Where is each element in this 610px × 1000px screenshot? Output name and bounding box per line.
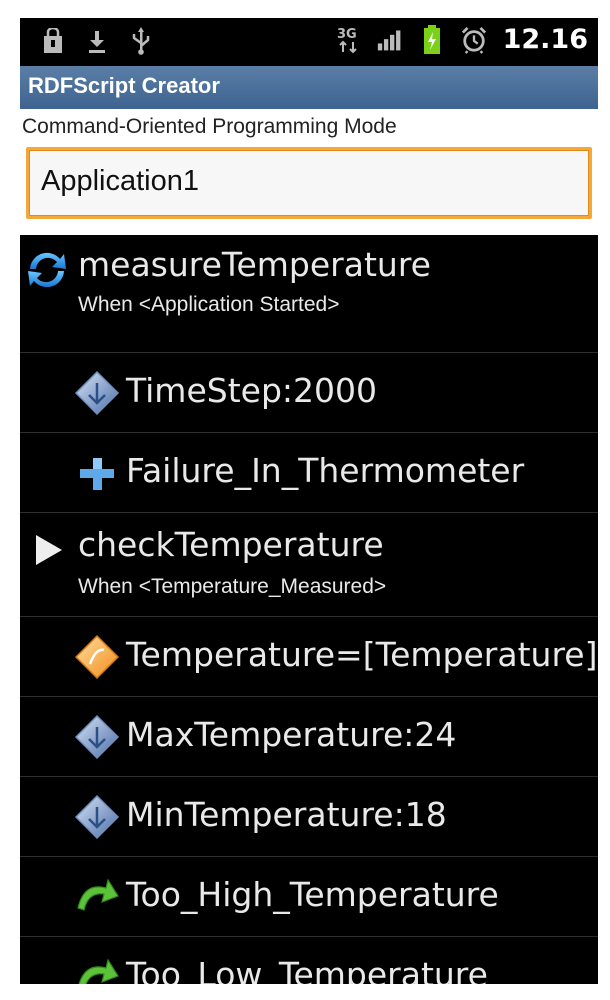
list-item-measure-temperature[interactable]: measureTemperature When <Application Sta… <box>20 235 598 353</box>
signal-icon <box>377 25 403 55</box>
diamond-blue-icon <box>74 714 120 760</box>
list-item-too-low-temperature[interactable]: Too_Low_Temperature <box>20 937 598 984</box>
application-name-input[interactable]: Application1 <box>26 147 592 219</box>
download-icon <box>84 26 110 56</box>
application-name-value: Application1 <box>41 165 199 197</box>
green-arrow-icon <box>74 874 120 920</box>
green-arrow-icon <box>74 954 120 984</box>
battery-charging-icon <box>419 24 445 55</box>
status-time: 12.16 <box>502 24 588 55</box>
list-item-label: checkTemperature <box>78 525 384 564</box>
list-item-label: Too_Low_Temperature <box>126 955 488 984</box>
list-item-label: Too_High_Temperature <box>126 875 499 914</box>
svg-text:3G: 3G <box>337 27 357 42</box>
list-item-label: MinTemperature:18 <box>126 795 447 834</box>
list-item-timestep[interactable]: TimeStep:2000 <box>20 353 598 433</box>
alarm-icon <box>461 25 487 55</box>
list-item-label: Failure_In_Thermometer <box>126 451 525 490</box>
list-item-temperature-assignment[interactable]: Temperature=[Temperature] <box>20 617 598 697</box>
list-item-check-temperature[interactable]: checkTemperature When <Temperature_Measu… <box>20 513 598 617</box>
app-title-bar: RDFScript Creator <box>20 66 598 109</box>
3g-data-icon: 3G <box>335 25 361 55</box>
plus-icon <box>74 450 120 496</box>
diamond-blue-icon <box>74 794 120 840</box>
command-list: measureTemperature When <Application Sta… <box>20 235 598 984</box>
usb-icon <box>128 26 154 56</box>
list-item-failure-in-thermometer[interactable]: Failure_In_Thermometer <box>20 433 598 513</box>
diamond-blue-icon <box>74 370 120 416</box>
diamond-orange-icon <box>74 634 120 680</box>
mode-section: Command-Oriented Programming Mode Applic… <box>20 109 598 235</box>
refresh-icon <box>24 247 70 293</box>
app-title: RDFScript Creator <box>28 73 220 98</box>
list-item-max-temperature[interactable]: MaxTemperature:24 <box>20 697 598 777</box>
list-item-min-temperature[interactable]: MinTemperature:18 <box>20 777 598 857</box>
play-icon <box>26 527 72 573</box>
list-item-too-high-temperature[interactable]: Too_High_Temperature <box>20 857 598 937</box>
shopping-bag-icon <box>40 26 66 56</box>
status-bar: 3G 12.16 <box>20 18 598 66</box>
list-item-sublabel: When <Application Started> <box>78 293 340 316</box>
list-item-label: TimeStep:2000 <box>126 371 377 410</box>
mode-label: Command-Oriented Programming Mode <box>22 115 397 138</box>
list-item-sublabel: When <Temperature_Measured> <box>78 575 387 598</box>
list-item-label: measureTemperature <box>78 245 431 284</box>
list-item-label: Temperature=[Temperature] <box>126 635 598 674</box>
phone-screen: 3G 12.16 RDFScript Creator Command-Orien… <box>20 18 598 984</box>
list-item-label: MaxTemperature:24 <box>126 715 457 754</box>
